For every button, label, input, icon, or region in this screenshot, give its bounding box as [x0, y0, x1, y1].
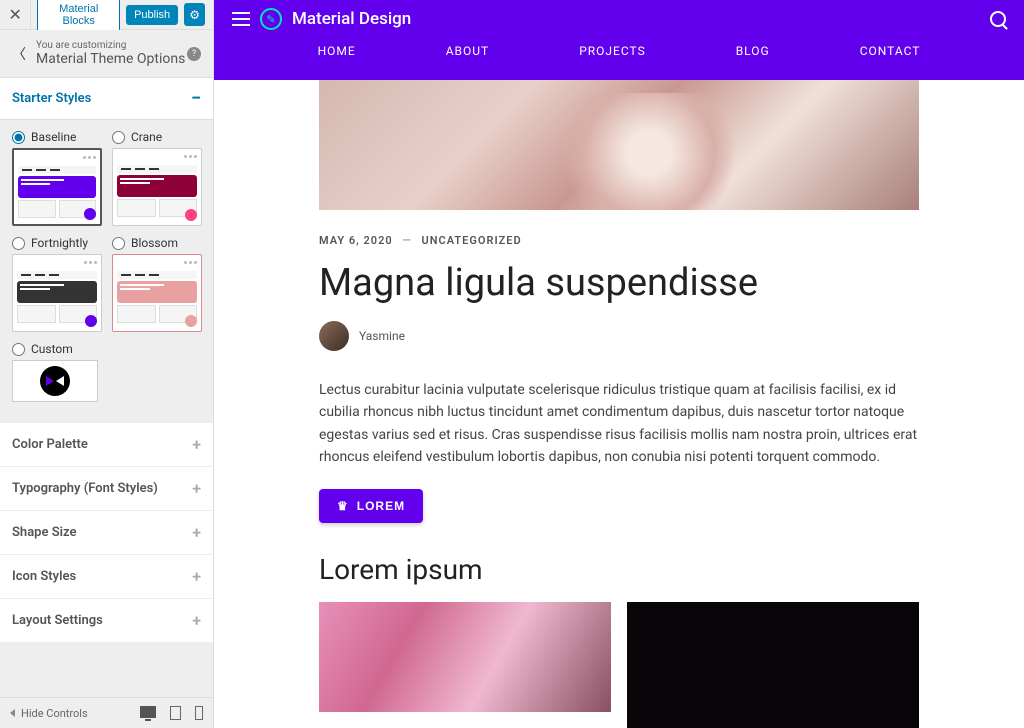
collapse-icon: − — [191, 88, 201, 109]
lorem-button[interactable]: ♛ LOREM — [319, 489, 423, 523]
style-option-fortnightly[interactable]: Fortnightly — [12, 236, 102, 250]
panel-typography[interactable]: Typography (Font Styles)+ — [0, 466, 213, 510]
preview-fortnightly[interactable] — [12, 254, 102, 332]
customizer-sidebar: ✕ Material Blocks Publish ⚙ 〈 You are cu… — [0, 0, 214, 728]
starter-styles-header[interactable]: Starter Styles − — [0, 78, 213, 120]
expand-icon: + — [192, 523, 201, 542]
section-heading: Lorem ipsum — [319, 553, 919, 586]
site-nav: HOME ABOUT PROJECTS BLOG CONTACT — [214, 38, 1024, 64]
starter-styles-grid: Baseline Crane — [0, 120, 213, 422]
help-icon[interactable]: ? — [187, 47, 201, 61]
phone-view-icon[interactable] — [195, 706, 203, 720]
starter-styles-title: Starter Styles — [12, 91, 91, 106]
search-icon[interactable] — [990, 11, 1006, 27]
panel-color-palette[interactable]: Color Palette+ — [0, 422, 213, 466]
expand-icon: + — [192, 611, 201, 630]
gallery-image-1 — [319, 602, 611, 712]
nav-home[interactable]: HOME — [318, 44, 356, 58]
custom-logo-icon — [40, 366, 70, 396]
close-button[interactable]: ✕ — [0, 0, 31, 29]
back-button[interactable]: 〈 — [12, 44, 36, 64]
expand-icon: + — [192, 479, 201, 498]
publish-button[interactable]: Publish — [126, 5, 178, 25]
crown-icon: ♛ — [337, 499, 349, 513]
radio-crane[interactable] — [112, 131, 125, 144]
material-blocks-button[interactable]: Material Blocks — [37, 0, 120, 32]
preview-crane[interactable] — [112, 148, 202, 226]
site-preview: ✎ Material Design HOME ABOUT PROJECTS BL… — [214, 0, 1024, 728]
style-option-baseline[interactable]: Baseline — [12, 130, 102, 144]
expand-icon: + — [192, 567, 201, 586]
post-meta: MAY 6, 2020 — UNCATEGORIZED — [319, 234, 919, 247]
radio-baseline[interactable] — [12, 131, 25, 144]
hide-controls-button[interactable]: Hide Controls — [10, 707, 88, 720]
sidebar-topbar: ✕ Material Blocks Publish ⚙ — [0, 0, 213, 30]
panel-title: Material Theme Options — [36, 51, 187, 67]
tablet-view-icon[interactable] — [170, 706, 181, 720]
sidebar-header: 〈 You are customizing Material Theme Opt… — [0, 30, 213, 78]
panel-layout-settings[interactable]: Layout Settings+ — [0, 598, 213, 642]
edit-shortcut-icon[interactable]: ✎ — [260, 8, 282, 30]
site-title: Material Design — [292, 9, 411, 29]
site-header: ✎ Material Design HOME ABOUT PROJECTS BL… — [214, 0, 1024, 80]
hero-image — [319, 80, 919, 210]
sidebar-footer: Hide Controls — [0, 697, 213, 728]
post-category[interactable]: UNCATEGORIZED — [422, 234, 522, 247]
preview-custom[interactable] — [12, 360, 98, 402]
radio-custom[interactable] — [12, 343, 25, 356]
hamburger-icon[interactable] — [232, 12, 250, 26]
preview-baseline[interactable] — [12, 148, 102, 226]
author-name[interactable]: Yasmine — [359, 329, 405, 343]
image-gallery — [319, 602, 919, 728]
post-date: MAY 6, 2020 — [319, 234, 393, 247]
gear-icon[interactable]: ⚙ — [184, 3, 205, 26]
radio-fortnightly[interactable] — [12, 237, 25, 250]
expand-icon: + — [192, 435, 201, 454]
customizing-label: You are customizing — [36, 40, 187, 51]
desktop-view-icon[interactable] — [140, 706, 156, 718]
author-avatar — [319, 321, 349, 351]
radio-blossom[interactable] — [112, 237, 125, 250]
style-option-blossom[interactable]: Blossom — [112, 236, 202, 250]
post-title: Magna ligula suspendisse — [319, 261, 919, 305]
nav-projects[interactable]: PROJECTS — [579, 44, 646, 58]
style-option-crane[interactable]: Crane — [112, 130, 202, 144]
nav-about[interactable]: ABOUT — [446, 44, 490, 58]
gallery-image-2 — [627, 602, 919, 728]
preview-blossom[interactable] — [112, 254, 202, 332]
post-body: Lectus curabitur lacinia vulputate scele… — [319, 379, 919, 469]
post-content: MAY 6, 2020 — UNCATEGORIZED Magna ligula… — [319, 210, 919, 728]
post-author: Yasmine — [319, 321, 919, 351]
panel-icon-styles[interactable]: Icon Styles+ — [0, 554, 213, 598]
collapse-arrow-icon — [10, 709, 15, 717]
style-option-custom[interactable]: Custom — [12, 342, 201, 356]
panel-shape-size[interactable]: Shape Size+ — [0, 510, 213, 554]
nav-contact[interactable]: CONTACT — [860, 44, 921, 58]
nav-blog[interactable]: BLOG — [736, 44, 770, 58]
